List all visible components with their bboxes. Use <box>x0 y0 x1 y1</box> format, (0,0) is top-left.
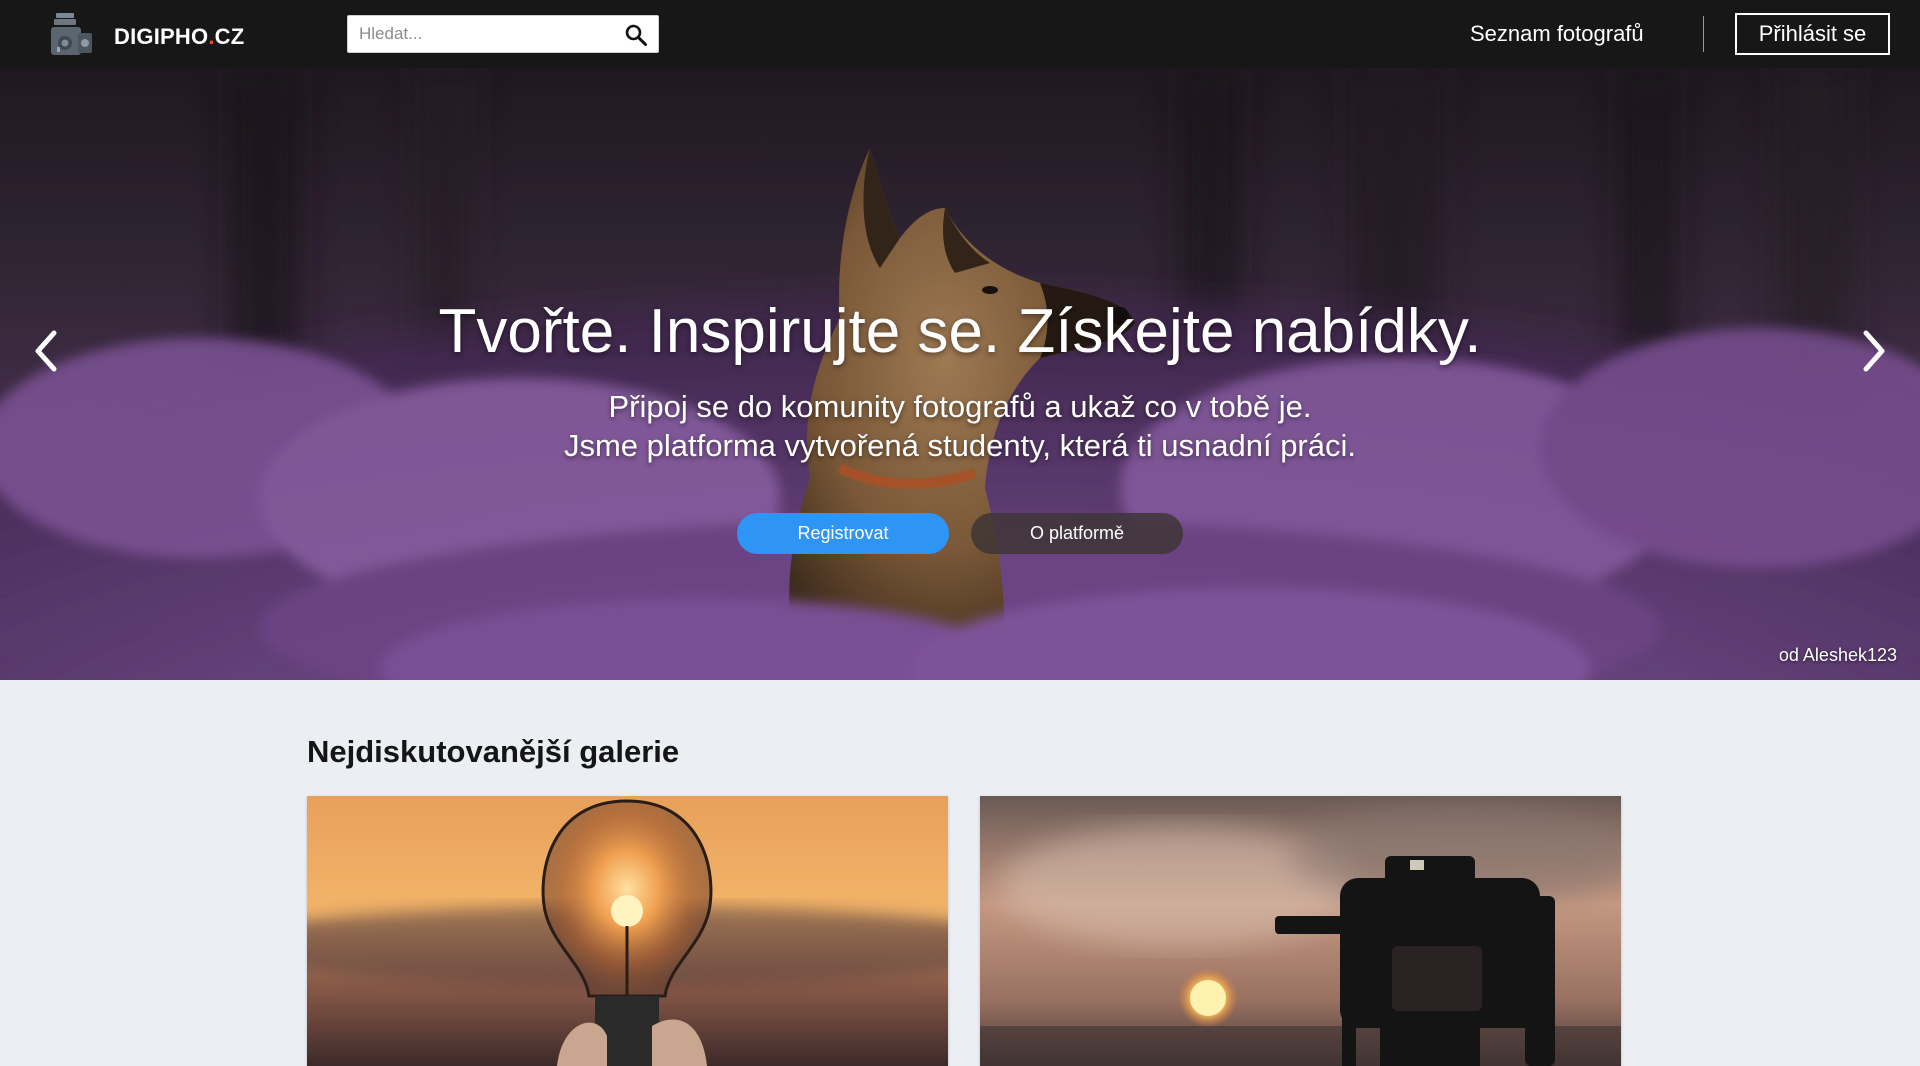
about-platform-button[interactable]: O platformě <box>971 513 1183 554</box>
site-logo[interactable]: DIGIPHO.CZ <box>48 11 244 57</box>
most-discussed-galleries-title: Nejdiskutovanější galerie <box>307 734 680 769</box>
hero-title: Tvořte. Inspirujte se. Získejte nabídky. <box>438 297 1482 366</box>
search-icon[interactable] <box>624 23 648 47</box>
photo-credit-author[interactable]: Aleshek123 <box>1803 645 1897 665</box>
top-navigation-bar: DIGIPHO.CZ Seznam fotografů Přihlásit se <box>0 0 1920 68</box>
camera-stack-logo-icon <box>51 13 92 55</box>
hero-subtitle: Připoj se do komunity fotografů a ukaž c… <box>0 387 1920 465</box>
site-logo-text: DIGIPHO.CZ <box>114 24 244 50</box>
logo-tld: CZ <box>214 24 245 49</box>
hero-subtitle-line-1: Připoj se do komunity fotografů a ukaž c… <box>608 389 1312 424</box>
nav-divider <box>1703 16 1704 52</box>
gallery-card-lightbulb[interactable] <box>307 796 948 1066</box>
hero-subtitle-line-2: Jsme platforma vytvořená studenty, která… <box>563 428 1356 463</box>
register-button[interactable]: Registrovat <box>737 513 949 554</box>
camera-sunset-image <box>980 796 1621 1066</box>
photographers-list-link[interactable]: Seznam fotografů <box>1470 21 1644 47</box>
hero-carousel: Tvořte. Inspirujte se. Získejte nabídky.… <box>0 68 1920 680</box>
lightbulb-sunset-image <box>307 796 948 1066</box>
login-button[interactable]: Přihlásit se <box>1735 13 1890 55</box>
logo-main: DIGIPHO <box>114 24 209 49</box>
photo-credit-prefix: od <box>1778 645 1799 665</box>
photo-credit: od Aleshek123 <box>1779 645 1897 666</box>
search-input[interactable] <box>348 16 618 52</box>
hero-background-image <box>0 68 1920 680</box>
search-box <box>347 15 659 53</box>
gallery-card-camera[interactable] <box>980 796 1621 1066</box>
